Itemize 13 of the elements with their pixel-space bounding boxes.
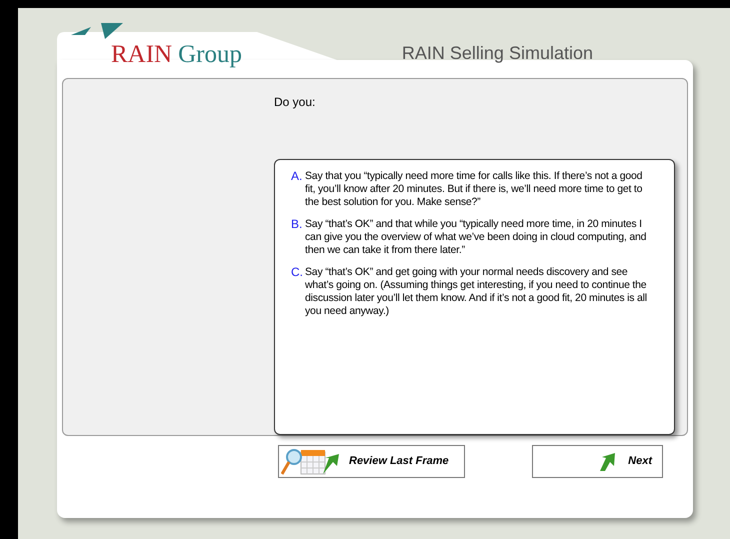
- option-text[interactable]: Say “that’s OK” and that while you “typically need more time, in 20 minutes I can give you the overview of what we’ve been doing in cloud computing, and then we can take it from there later.”: [305, 218, 650, 257]
- option-text[interactable]: Say that you “typically need more time for calls like this. If there’s not a good fit, you’ll know after 20 minutes. But if there is, we’ll need more time to get to the best solution for you. Make sense?”: [305, 170, 650, 209]
- logo-word: Group: [178, 41, 242, 69]
- option-letter[interactable]: C.: [291, 266, 305, 318]
- app-title: RAIN Selling Simulation: [402, 42, 593, 65]
- option-letter[interactable]: B.: [291, 218, 305, 257]
- arrow-icon: [598, 452, 616, 470]
- option-text[interactable]: Say “that’s OK” and get going with your normal needs discovery and see what’s going on. (Assuming things get interesting, if you need to continue the discussion later you’ll let them know. And if it’s not a good fit, 20 minutes is all you need anyway.): [305, 266, 650, 318]
- review-last-frame-button[interactable]: Review Last Frame: [278, 445, 465, 478]
- logo-word: RAIN: [111, 41, 172, 69]
- next-button[interactable]: Next: [532, 445, 663, 478]
- question-prompt: Do you:: [274, 94, 316, 111]
- option-letter[interactable]: A.: [291, 170, 305, 209]
